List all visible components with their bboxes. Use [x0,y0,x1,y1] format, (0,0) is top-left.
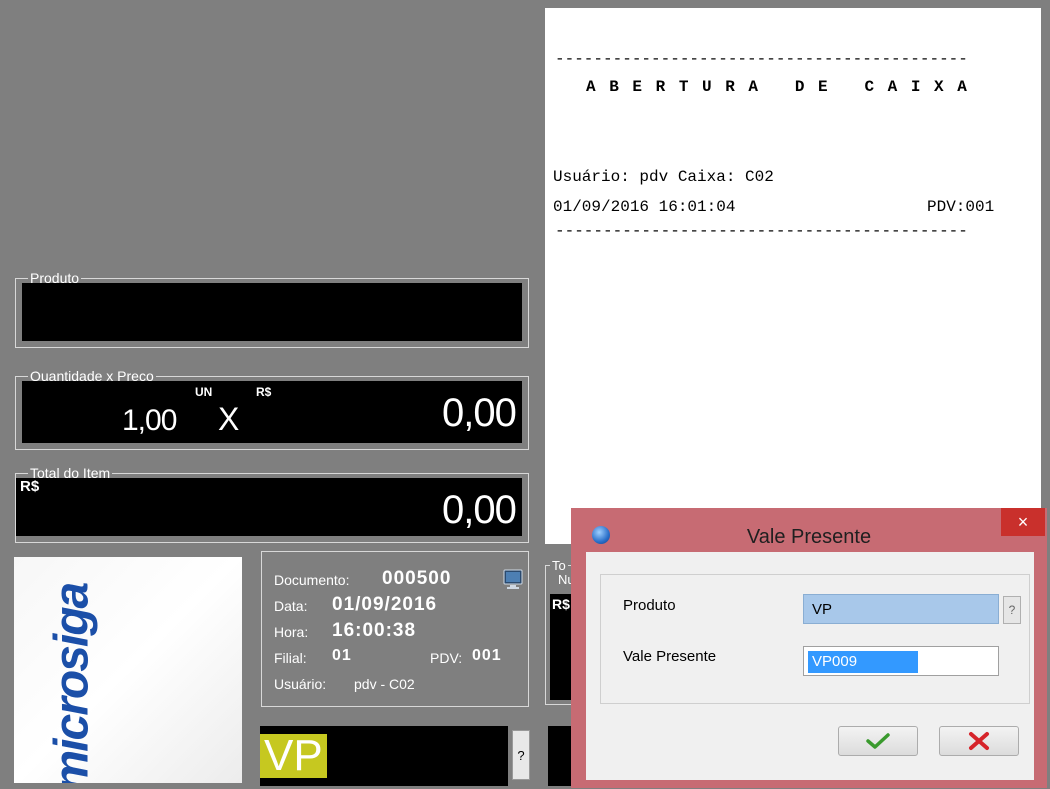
x-icon [968,731,990,756]
dialog-title: Vale Presente [746,526,872,548]
produto-input[interactable]: VP [803,594,999,624]
logo-text: microsiga [45,583,99,783]
price-value: 0,00 [442,391,517,435]
times-sign: X [218,401,239,437]
documento-value: 000500 [382,568,452,589]
quantidade-preco-group: Quantidade x Preco 1,00 UN X R$ 0,00 [15,368,529,450]
unit-label: UN [195,385,213,399]
hora-label: Hora: [274,624,309,640]
dialog-body: Produto VP ? Vale Presente VP009 [586,552,1034,780]
receipt-panel: ----------------------------------------… [545,8,1041,544]
receipt-rule-top: ----------------------------------------… [555,50,968,68]
close-button[interactable]: × [1001,508,1045,536]
filial-value: 01 [332,647,352,664]
total-item-group: Total do Item R$ 0,00 [15,465,529,543]
usuario-value: pdv - C02 [354,676,415,692]
usuario-label: Usuário: [274,676,327,692]
total-item-display: R$ 0,00 [16,478,522,536]
receipt-datetime: 01/09/2016 16:01:04 [553,198,736,216]
checkmark-icon [865,730,891,755]
pdv-label: PDV: [430,650,463,666]
receipt-rule-bottom: ----------------------------------------… [555,222,968,240]
produto-group: Produto [15,270,529,348]
data-value: 01/09/2016 [332,594,438,615]
vale-presente-label: Vale Presente [623,648,717,665]
receipt-pdv: PDV:001 [927,198,995,216]
produto-label: Produto [623,597,676,614]
documento-label: Documento: [274,572,350,588]
quantity-value: 1,00 [122,404,177,437]
partial-black-field [548,726,572,786]
microsiga-logo: microsiga [14,557,242,783]
produto-display [22,283,522,341]
filial-label: Filial: [274,650,307,666]
vale-presente-input[interactable]: VP009 [803,646,999,676]
hora-value: 16:00:38 [332,620,417,641]
pdv-value: 001 [472,647,502,664]
command-help-button[interactable]: ? [512,730,530,780]
document-info-panel: Documento: 000500 Data: 01/09/2016 Hora:… [261,551,529,707]
total-item-currency: R$ [20,478,40,495]
monitor-icon[interactable] [502,568,524,590]
command-input-value: VP [260,734,327,778]
vale-presente-dialog: Vale Presente × Produto VP ? Vale Presen… [571,508,1047,788]
produto-help-button[interactable]: ? [1003,596,1021,624]
quantidade-preco-display: 1,00 UN X R$ 0,00 [22,381,522,443]
ok-button[interactable] [838,726,918,756]
command-input[interactable]: VP [260,726,508,786]
total-item-value: 0,00 [442,488,517,532]
vale-presente-value: VP009 [808,651,918,673]
cancel-button[interactable] [939,726,1019,756]
data-label: Data: [274,598,308,614]
receipt-user-line: Usuário: pdv Caixa: C02 [553,168,774,186]
receipt-heading: A B E R T U R A D E C A I X A [586,78,969,96]
price-currency: R$ [256,385,272,399]
